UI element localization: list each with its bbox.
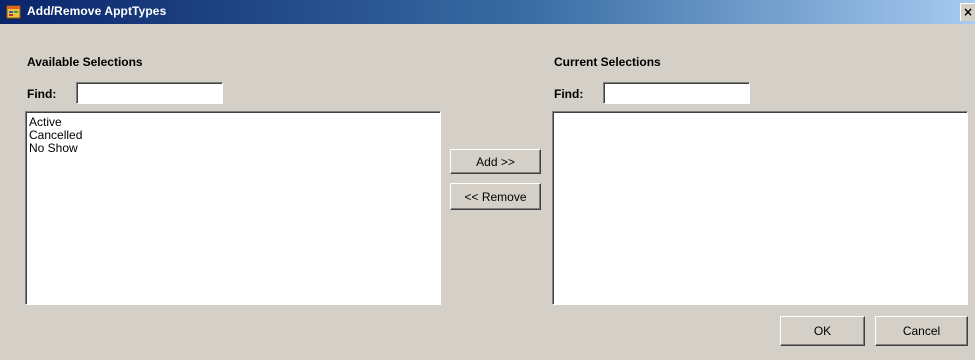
remove-button[interactable]: << Remove xyxy=(450,183,541,210)
ok-button[interactable]: OK xyxy=(780,316,865,346)
add-button[interactable]: Add >> xyxy=(450,149,541,174)
close-icon[interactable]: × xyxy=(960,3,975,21)
list-item[interactable]: No Show xyxy=(29,142,440,155)
available-selections-list[interactable]: Active Cancelled No Show xyxy=(25,111,441,305)
current-selections-list[interactable] xyxy=(552,111,968,305)
available-find-label: Find: xyxy=(27,87,57,101)
add-remove-appttypes-dialog: Add/Remove ApptTypes × Available Selecti… xyxy=(0,0,975,360)
current-selections-heading: Current Selections xyxy=(554,55,661,69)
available-selections-heading: Available Selections xyxy=(27,55,143,69)
available-find-input[interactable] xyxy=(76,82,223,104)
current-find-input[interactable] xyxy=(603,82,750,104)
list-item[interactable]: Cancelled xyxy=(29,129,440,142)
current-find-label: Find: xyxy=(554,87,584,101)
window-title: Add/Remove ApptTypes xyxy=(27,4,167,18)
application-icon xyxy=(6,4,22,20)
cancel-button[interactable]: Cancel xyxy=(875,316,968,346)
list-item[interactable]: Active xyxy=(29,116,440,129)
title-bar[interactable]: Add/Remove ApptTypes × xyxy=(0,0,975,24)
